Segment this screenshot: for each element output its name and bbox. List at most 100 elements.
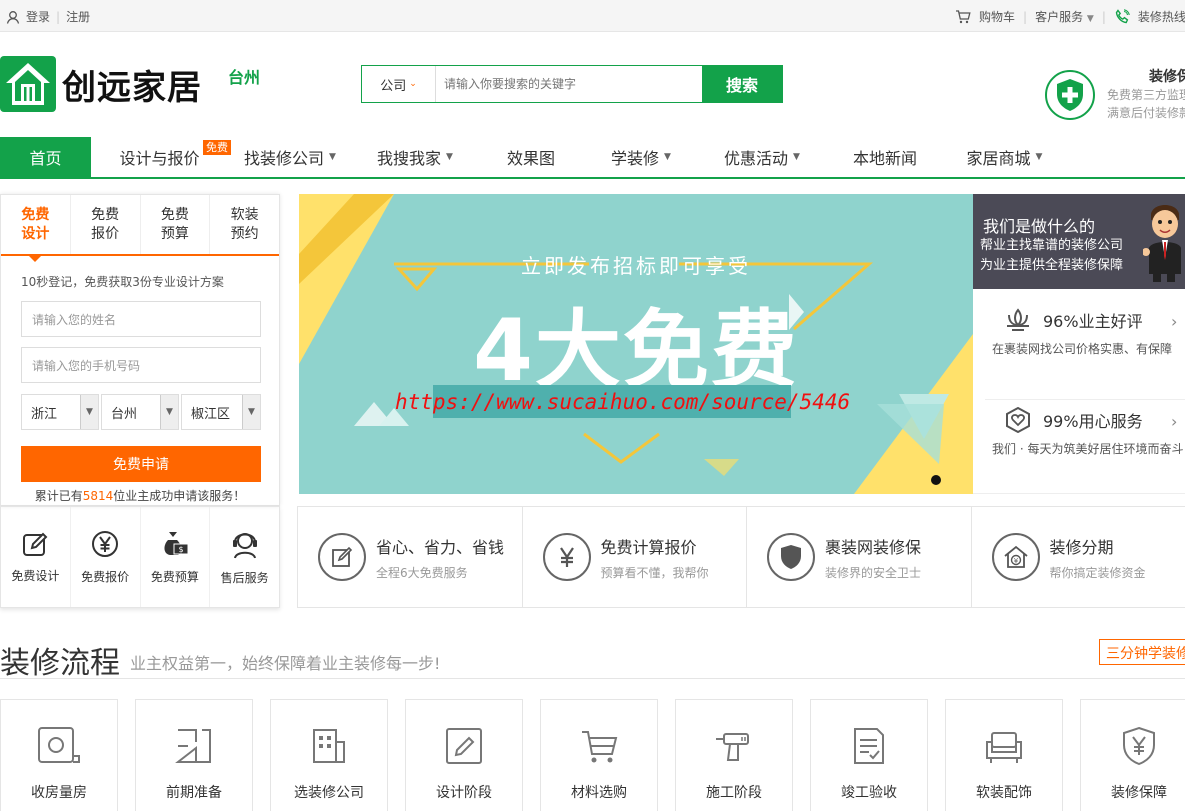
drill-icon (716, 733, 749, 761)
tab-label: 免费 (21, 206, 50, 223)
apply-button[interactable]: 免费申请 (21, 446, 261, 482)
nav-mall[interactable]: 家居商城 ▼ (944, 137, 1065, 177)
service-free-quote[interactable]: 免费报价 (71, 507, 141, 607)
free-badge: 免费 (203, 140, 231, 155)
customer-service-label: 客户服务 (1035, 10, 1084, 24)
site-header: 创远家居 台州 公司⌄ 搜索 装修保 免费第三方监理 满意后付装修款 (0, 32, 1185, 137)
promo-banner[interactable]: 立即发布招标即可享受 4大免费 https://www.sucaihuo.com… (299, 194, 973, 494)
name-field[interactable]: 请输入您的姓名 (21, 301, 261, 337)
rating-item[interactable]: 96%业主好评 在裹装网找公司价格实惠、有保障 › (985, 300, 1185, 357)
feature-title: 裹装网装修保 (825, 537, 922, 557)
watermark-url: https://www.sucaihuo.com/source/5446 (395, 390, 851, 414)
step-label: 装修保障 (1111, 785, 1167, 801)
process-step[interactable]: 设计阶段 (405, 699, 523, 811)
feature-item[interactable]: 省心、省力、省钱 全程6大免费服务 (298, 507, 523, 607)
feature-title: 省心、省力、省钱 (376, 537, 505, 557)
tab-free-quote[interactable]: 免费 报价 (71, 195, 141, 254)
feature-item[interactable]: ¥ 装修分期 帮你搞定装修资金 (972, 507, 1185, 607)
chevron-down-icon: ▼ (160, 395, 178, 429)
process-step[interactable]: 软装配饰 (945, 699, 1063, 811)
pencil-icon (446, 728, 482, 764)
top-bar: 登录 | 注册 购物车 | 客户服务 ▼ | 装修热线: (0, 0, 1185, 32)
nav-search-home[interactable]: 我搜我家 ▼ (352, 137, 478, 177)
guarantee-badge[interactable] (1045, 70, 1095, 120)
nav-design-quote[interactable]: 设计与报价 免费 (91, 137, 231, 177)
nav-gallery[interactable]: 效果图 (478, 137, 584, 177)
step-label: 竣工验收 (841, 785, 897, 801)
mascot-icon (1143, 205, 1181, 282)
logo-text: 创远家居 (62, 67, 202, 108)
nav-label: 优惠活动 (724, 149, 789, 168)
phone-field[interactable]: 请输入您的手机号码 (21, 347, 261, 383)
section-subtitle: 业主权益第一，始终保障着业主装修每一步! (130, 654, 441, 673)
current-city[interactable]: 台州 (228, 64, 260, 88)
nav-learn[interactable]: 学装修 ▼ (584, 137, 698, 177)
nav-home[interactable]: 首页 (0, 137, 91, 177)
tab-free-design[interactable]: 免费 设计 (1, 195, 71, 262)
service-title: 99%用心服务 (1043, 412, 1143, 431)
service-label: 免费报价 (81, 569, 130, 584)
chevron-down-icon: ▼ (242, 395, 260, 429)
rating-desc: 在裹装网找公司价格实惠、有保障 (992, 342, 1173, 356)
site-logo[interactable]: 创远家居 (0, 56, 202, 112)
chevron-right-icon: › (1171, 312, 1178, 331)
banner-subtitle: 立即发布招标即可享受 (521, 254, 751, 278)
feature-desc: 装修界的安全卫士 (825, 565, 922, 580)
lotus-icon (1007, 308, 1029, 331)
service-free-budget[interactable]: $ 免费预算 (141, 507, 211, 607)
tab-soft-decor[interactable]: 软装 预约 (210, 195, 279, 254)
nav-label: 学装修 (611, 149, 660, 168)
nav-find-company[interactable]: 找装修公司 ▼ (228, 137, 352, 177)
caret-down-icon: ▼ (793, 152, 800, 162)
feature-item[interactable]: 免费计算报价 预算看不懂，我帮你 (523, 507, 747, 607)
search-type-select[interactable]: 公司 ⌄ (362, 66, 436, 102)
register-link[interactable]: 注册 (66, 8, 90, 25)
service-item[interactable]: 99%用心服务 我们 · 每天为筑美好居住环境而奋斗 › (985, 399, 1185, 457)
guarantee-text: 装修保 免费第三方监理 满意后付装修款 (1107, 68, 1185, 122)
service-after-sales[interactable]: 售后服务 (210, 507, 279, 607)
process-step[interactable]: 装修保障 (1080, 699, 1185, 811)
signup-tabs: 免费设计 免费 报价 免费 预算 软装 预约 (1, 195, 279, 262)
customer-service-menu[interactable]: 客户服务 ▼ (1035, 8, 1094, 25)
service-free-design[interactable]: 免费设计 (1, 507, 71, 607)
process-step[interactable]: 施工阶段 (675, 699, 793, 811)
search-type-label: 公司 (380, 78, 407, 94)
feature-item[interactable]: 裹装网装修保装修界的安全卫士 (747, 507, 972, 607)
user-icon (6, 10, 20, 24)
nav-promotions[interactable]: 优惠活动 ▼ (698, 137, 826, 177)
tab-label: 设计 (21, 225, 50, 242)
process-step[interactable]: 竣工验收 (810, 699, 928, 811)
province-select[interactable]: 浙江 ▼ (21, 394, 99, 430)
search-button[interactable]: 搜索 (702, 66, 782, 102)
shield-icon (781, 545, 801, 569)
about-panel: 我们是做什么的 帮业主找靠谱的装修公司 为业主提供全程装修保障 96%业主好评 … (973, 194, 1185, 494)
process-step[interactable]: 收房量房 (0, 699, 118, 811)
about-lines: 帮业主找靠谱的装修公司 为业主提供全程装修保障 (980, 236, 1123, 276)
shield-yen-icon (1123, 726, 1155, 766)
search-input[interactable] (436, 66, 702, 102)
nav-local-news[interactable]: 本地新闻 (826, 137, 944, 177)
carousel-dot[interactable] (931, 475, 941, 485)
tab-label: 预约 (230, 225, 259, 242)
cart-link[interactable]: 购物车 (979, 8, 1015, 25)
heart-badge-icon (1006, 407, 1030, 433)
login-link[interactable]: 登录 (26, 8, 50, 25)
nav-label: 家居商城 (966, 149, 1031, 168)
process-step[interactable]: 前期准备 (135, 699, 253, 811)
count-suffix: 位业主成功申请该服务！ (113, 489, 246, 503)
process-step[interactable]: 选装修公司 (270, 699, 388, 811)
yen-icon (92, 530, 119, 557)
rating-title: 96%业主好评 (1043, 312, 1143, 331)
province-value: 浙江 (31, 406, 58, 422)
chevron-down-icon: ▼ (80, 395, 98, 429)
district-select[interactable]: 椒江区 ▼ (181, 394, 261, 430)
learn-in-3-minutes-button[interactable]: 三分钟学装修 (1099, 639, 1185, 665)
process-step[interactable]: 材料选购 (540, 699, 658, 811)
process-section-header: 装修流程 业主权益第一，始终保障着业主装修每一步! 三分钟学装修 (0, 634, 1185, 681)
tab-free-budget[interactable]: 免费 预算 (141, 195, 211, 254)
city-select[interactable]: 台州 ▼ (101, 394, 179, 430)
caret-down-icon: ▼ (1035, 152, 1043, 162)
divider: | (1023, 9, 1028, 24)
process-steps: 收房量房 前期准备 选装修公司 设计阶段 材料选购 施工阶段 竣工验收 软装配饰… (0, 699, 1185, 811)
feature-icon-circle: ¥ (991, 533, 1040, 581)
